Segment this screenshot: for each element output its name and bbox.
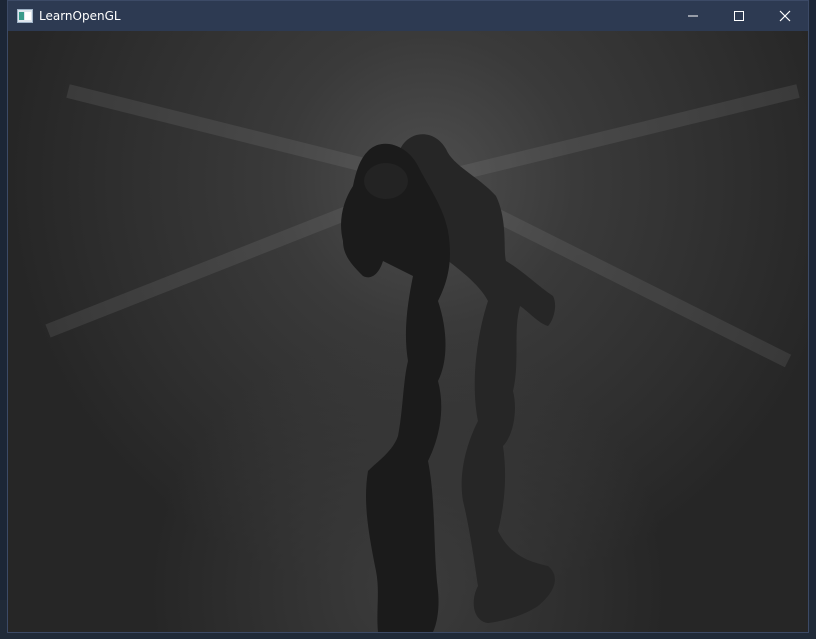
close-icon (779, 10, 791, 22)
maximize-icon (734, 11, 744, 21)
title-bar[interactable]: LearnOpenGL (8, 1, 808, 31)
app-window: LearnOpenGL (7, 0, 809, 633)
window-title: LearnOpenGL (39, 9, 121, 23)
window-controls (670, 1, 808, 31)
opengl-app-icon (17, 8, 33, 24)
render-viewport[interactable] (8, 31, 808, 632)
rendered-scene (8, 31, 808, 632)
model-head (364, 163, 408, 199)
maximize-button[interactable] (716, 1, 762, 31)
minimize-icon (688, 15, 698, 17)
minimize-button[interactable] (670, 1, 716, 31)
close-button[interactable] (762, 1, 808, 31)
